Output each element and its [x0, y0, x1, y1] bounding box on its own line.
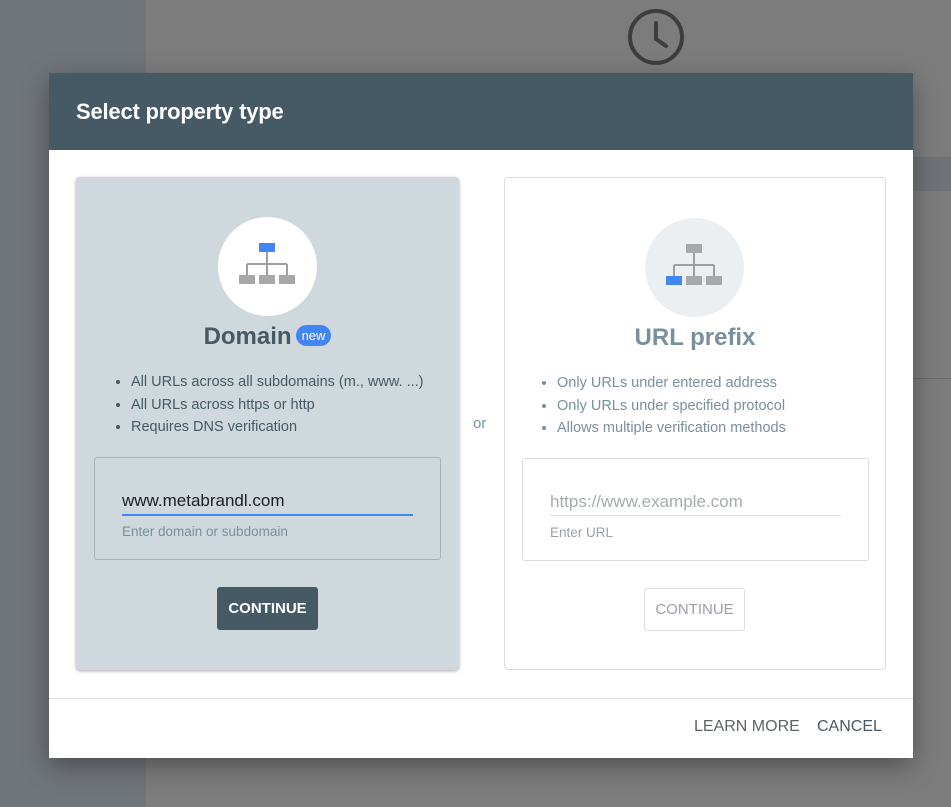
domain-input-box: Enter domain or subdomain [94, 457, 441, 560]
list-item: Only URLs under entered address [557, 372, 786, 395]
domain-input-help: Enter domain or subdomain [122, 524, 288, 539]
url-prefix-title: URL prefix [634, 324, 756, 351]
url-input-help: Enter URL [550, 525, 614, 540]
select-property-dialog: Select property type Domainnew All URLs … [49, 73, 913, 758]
background-row [912, 157, 951, 191]
new-badge: new [295, 325, 332, 346]
footer-divider [49, 698, 913, 699]
or-separator: or [473, 415, 487, 432]
domain-input[interactable] [122, 488, 413, 516]
url-input[interactable] [550, 489, 841, 516]
clock-icon [628, 9, 684, 65]
list-item: Only URLs under specified protocol [557, 395, 786, 418]
url-prefix-card[interactable]: URL prefix Only URLs under entered addre… [504, 177, 886, 670]
list-item: Allows multiple verification methods [557, 417, 786, 440]
background-divider [912, 378, 951, 379]
url-prefix-feature-list: Only URLs under entered address Only URL… [530, 372, 786, 440]
dialog-title: Select property type [76, 99, 284, 124]
sitemap-icon [239, 243, 295, 284]
url-prefix-icon-circle [645, 218, 744, 317]
domain-title: Domain [203, 323, 292, 350]
cancel-button[interactable]: CANCEL [817, 718, 882, 736]
learn-more-button[interactable]: LEARN MORE [694, 718, 800, 736]
list-item: Requires DNS verification [131, 416, 424, 439]
list-item: All URLs across all subdomains (m., www.… [131, 371, 424, 394]
domain-title-row: Domain new [76, 323, 459, 351]
domain-feature-list: All URLs across all subdomains (m., www.… [104, 371, 424, 439]
url-input-box: Enter URL [522, 458, 869, 561]
url-prefix-continue-button[interactable]: CONTINUE [644, 588, 745, 631]
domain-continue-button[interactable]: CONTINUE [217, 587, 318, 630]
dialog-header: Select property type [49, 73, 913, 150]
list-item: All URLs across https or http [131, 394, 424, 417]
sitemap-icon [666, 244, 722, 285]
url-prefix-title-row: URL prefix [505, 324, 885, 352]
domain-icon-circle [218, 217, 317, 316]
domain-card[interactable]: Domainnew All URLs across all subdomains… [76, 177, 459, 670]
